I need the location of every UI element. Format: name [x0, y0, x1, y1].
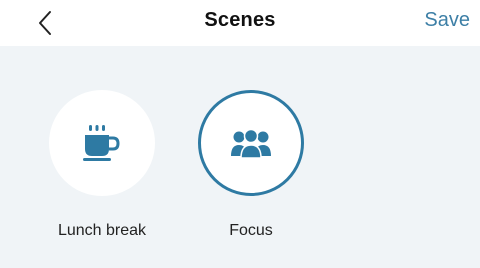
scene-icon-circle — [49, 90, 155, 196]
save-button[interactable]: Save — [424, 9, 470, 32]
coffee-cup-icon — [83, 125, 120, 161]
people-group-icon — [231, 128, 271, 159]
scene-label: Lunch break — [57, 222, 147, 239]
scene-lunch-break[interactable]: Lunch break — [48, 90, 156, 240]
page-title: Scenes — [204, 9, 276, 31]
scenes-list: Lunch break Focus — [0, 46, 480, 268]
scene-focus[interactable]: Focus — [197, 90, 305, 240]
scene-icon-circle — [198, 90, 304, 196]
scene-label: Focus — [229, 222, 273, 239]
scenes-screen: Scenes Save Lunch break Focus — [0, 0, 480, 268]
header-bar: Scenes Save — [0, 0, 480, 46]
